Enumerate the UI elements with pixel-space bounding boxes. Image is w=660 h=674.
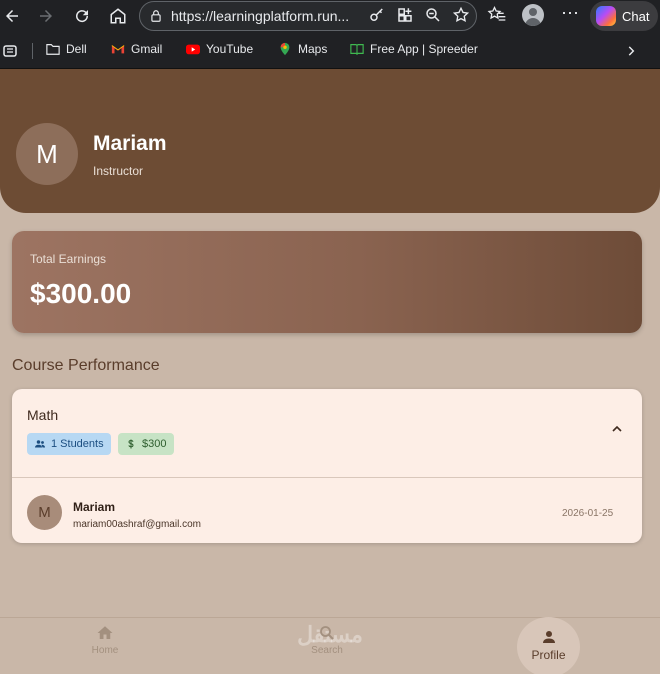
home-icon	[97, 626, 113, 639]
nav-search[interactable]: Search	[292, 624, 362, 670]
profile-avatar: M	[16, 123, 78, 185]
divider	[12, 477, 642, 478]
bookmark-spreeder[interactable]: Free App | Spreeder	[350, 42, 478, 56]
more-menu-icon[interactable]: ⋯	[561, 3, 580, 24]
earnings-label: Total Earnings	[30, 252, 107, 266]
nav-search-label: Search	[311, 645, 343, 656]
gmail-icon	[111, 45, 125, 54]
favorites-icon[interactable]	[487, 5, 507, 30]
browser-toolbar: https://learningplatform.run... ⋯ Chat	[0, 0, 660, 33]
earnings-amount: $300.00	[30, 278, 132, 309]
nav-home[interactable]: Home	[70, 624, 140, 670]
nav-profile-label: Profile	[531, 648, 566, 662]
bottom-navigation: مستقل Home Search Profile	[0, 617, 660, 674]
section-title: Course Performance	[12, 357, 160, 374]
key-icon[interactable]	[368, 6, 386, 24]
folder-icon	[46, 44, 60, 55]
chevron-up-icon[interactable]	[609, 421, 625, 437]
course-earnings-chip: $300	[118, 433, 174, 455]
app-viewport: M Mariam Instructor Total Earnings $300.…	[0, 69, 660, 674]
browser-profile-avatar[interactable]	[522, 4, 544, 26]
bookmarks-bar: Dell Gmail YouTube Maps Free App | Spree…	[0, 33, 660, 69]
bookmark-label: YouTube	[206, 42, 254, 56]
reload-icon[interactable]	[71, 5, 93, 27]
nav-home-label: Home	[91, 645, 119, 656]
course-title: Math	[27, 407, 59, 423]
enrollment-date: 2026-01-25	[562, 508, 614, 519]
copilot-icon	[596, 6, 616, 26]
nav-profile[interactable]: Profile	[517, 617, 580, 674]
back-icon[interactable]	[1, 5, 23, 27]
bookmark-dell[interactable]: Dell	[46, 42, 87, 56]
book-icon	[350, 44, 364, 56]
bookmark-label: Gmail	[131, 42, 163, 56]
course-card[interactable]: Math 1 Students $300 M Mariam mariam00as…	[12, 389, 642, 543]
student-name: Mariam	[73, 500, 116, 514]
person-icon	[542, 631, 555, 643]
bookmark-gmail[interactable]: Gmail	[111, 42, 162, 56]
student-avatar: M	[27, 495, 62, 530]
maps-icon	[280, 42, 290, 56]
chevron-right-icon[interactable]	[624, 44, 638, 58]
bookmark-maps[interactable]: Maps	[278, 42, 327, 56]
students-chip: 1 Students	[27, 433, 111, 455]
lock-icon	[151, 10, 161, 22]
tab-actions-icon[interactable]	[3, 45, 17, 57]
apps-icon[interactable]	[396, 6, 414, 24]
youtube-icon	[186, 44, 200, 55]
profile-name: Mariam	[93, 132, 167, 155]
bookmark-label: Free App | Spreeder	[370, 42, 478, 56]
zoom-icon[interactable]	[424, 6, 442, 24]
students-count: 1 Students	[51, 438, 104, 450]
people-icon	[35, 440, 45, 448]
profile-header: M Mariam Instructor	[0, 69, 660, 213]
bookmark-youtube[interactable]: YouTube	[186, 42, 253, 56]
copilot-chat-button[interactable]: Chat	[590, 1, 658, 31]
bookmark-label: Maps	[298, 42, 328, 56]
student-email: mariam00ashraf@gmail.com	[73, 519, 201, 530]
search-icon	[320, 626, 334, 640]
bookmarks-separator	[32, 43, 33, 59]
dollar-icon	[128, 439, 134, 449]
profile-role: Instructor	[93, 164, 144, 178]
home-browser-icon[interactable]	[107, 5, 129, 27]
bookmark-label: Dell	[66, 42, 87, 56]
earnings-card: Total Earnings $300.00	[12, 231, 642, 333]
chat-label: Chat	[622, 8, 650, 24]
course-earnings-amount: $300	[142, 438, 167, 450]
url-text[interactable]: https://learningplatform.run...	[171, 8, 357, 24]
forward-icon[interactable]	[35, 5, 57, 27]
star-icon[interactable]	[452, 6, 470, 24]
